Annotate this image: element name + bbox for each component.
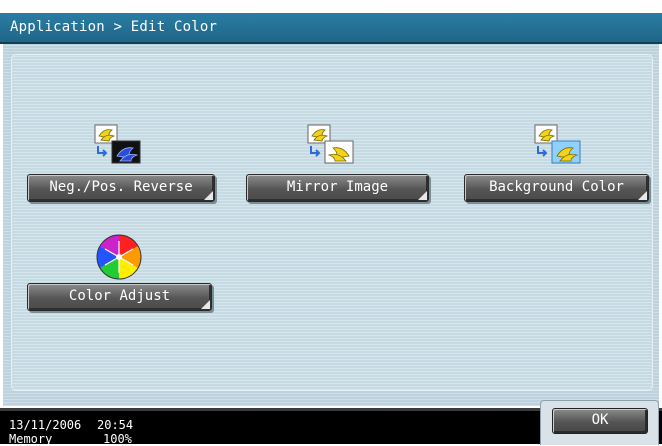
- background-color-label: Background Color: [489, 179, 624, 195]
- breadcrumb: Application > Edit Color: [10, 19, 218, 35]
- background-color-button[interactable]: Background Color: [464, 174, 649, 202]
- mirror-image-label: Mirror Image: [286, 179, 389, 195]
- mirror-image-button[interactable]: Mirror Image: [246, 174, 429, 202]
- button-corner-mark: [204, 191, 213, 200]
- function-area: [11, 54, 653, 391]
- background-color-icon: [534, 124, 581, 164]
- color-wheel-icon: [96, 234, 142, 280]
- status-date: 13/11/2006: [9, 418, 82, 432]
- mirror-image-icon: [307, 124, 354, 164]
- button-corner-mark: [201, 300, 210, 309]
- ok-button[interactable]: OK: [552, 408, 648, 434]
- title-bar: Application > Edit Color: [0, 13, 662, 44]
- color-adjust-button[interactable]: Color Adjust: [27, 283, 212, 311]
- neg-pos-reverse-label: Neg./Pos. Reverse: [49, 179, 193, 195]
- color-adjust-label: Color Adjust: [68, 288, 171, 304]
- status-time: 20:54: [97, 418, 134, 432]
- button-corner-mark: [638, 191, 647, 200]
- main-panel: [3, 44, 659, 406]
- application-screen: Application > Edit Color Neg./Pos. Rever…: [0, 0, 662, 446]
- neg-pos-reverse-icon: [94, 124, 141, 164]
- neg-pos-reverse-button[interactable]: Neg./Pos. Reverse: [27, 174, 215, 202]
- button-corner-mark: [418, 191, 427, 200]
